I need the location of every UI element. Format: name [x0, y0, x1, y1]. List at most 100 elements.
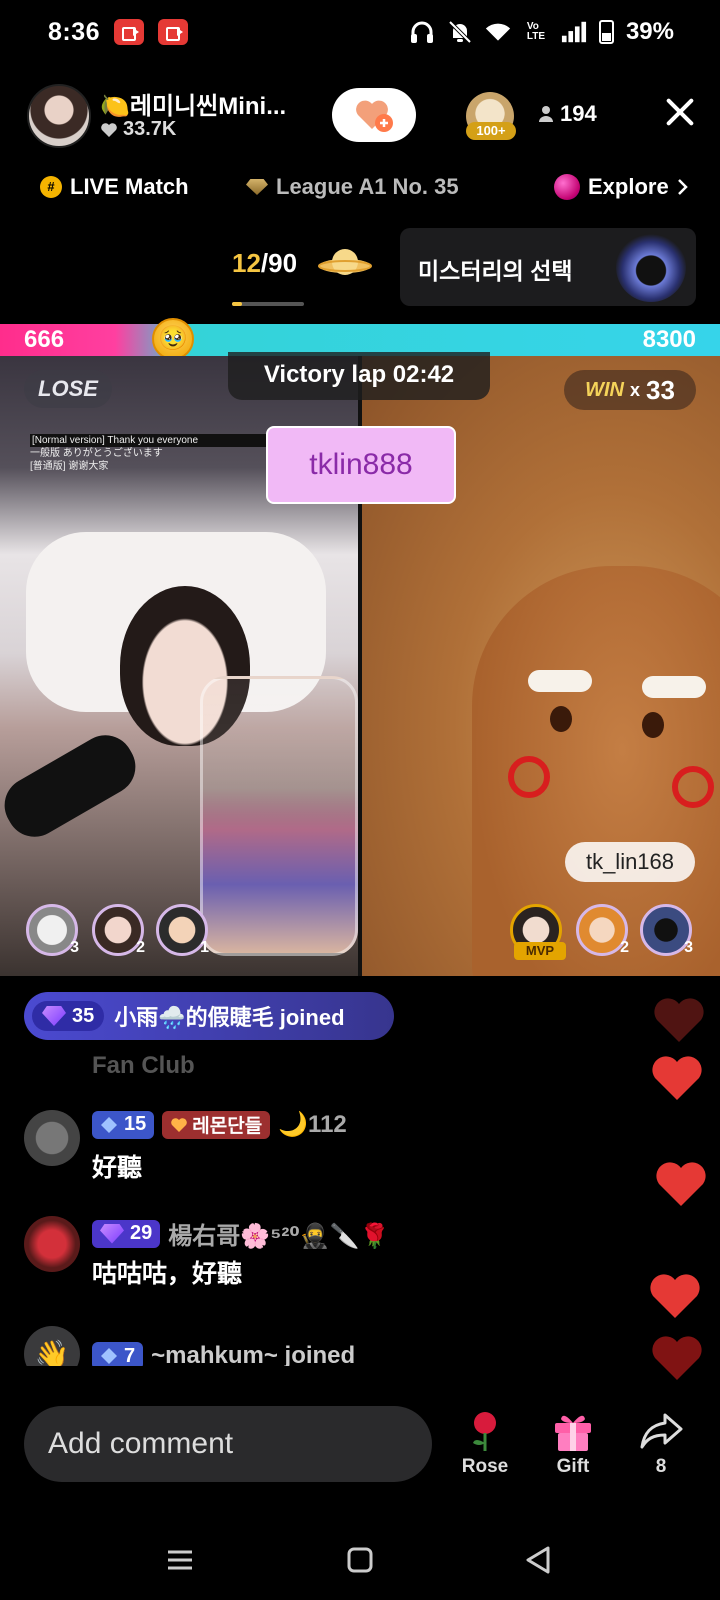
close-button[interactable] — [660, 92, 700, 132]
share-button[interactable]: 8 — [626, 1408, 696, 1478]
explore-link[interactable]: Explore — [554, 174, 689, 200]
opponent-name-pill[interactable]: tk_lin168 — [565, 842, 695, 882]
gem-icon — [100, 1223, 124, 1244]
chat-avatar[interactable] — [24, 1110, 80, 1166]
sad-face-icon: 🥹 — [152, 318, 194, 360]
live-match-link[interactable]: # LIVE Match — [40, 174, 189, 200]
chat-meta: 7 ~mahkum~ joined — [92, 1342, 355, 1366]
left-top-fan-avatar[interactable]: 2 — [92, 904, 145, 956]
fan-rank: 2 — [136, 939, 145, 956]
recent-apps-icon[interactable] — [160, 1540, 200, 1580]
gingerbread-swirl — [672, 766, 714, 808]
chat-text: 咕咕咕，好聽 — [92, 1260, 243, 1288]
rose-button[interactable]: Rose — [450, 1408, 520, 1478]
waving-hand-icon: 👋 — [24, 1326, 80, 1366]
fan-club-name: 레몬단들 — [192, 1116, 263, 1137]
level-value: 29 — [130, 1222, 153, 1244]
level-value: 7 — [124, 1344, 136, 1367]
status-time: 8:36 — [48, 17, 101, 46]
gingerbread-eye — [550, 706, 572, 732]
league-link[interactable]: League A1 No. 35 — [246, 174, 459, 200]
likes-count: 33.7K — [123, 118, 177, 140]
right-top-fan-avatar[interactable]: 2 — [576, 904, 629, 956]
win-count: 33 — [645, 374, 675, 405]
heart-badge-icon — [171, 1117, 188, 1132]
left-top-fan-avatar[interactable]: 3 — [26, 904, 79, 956]
heart-icon — [101, 122, 117, 137]
hooded-figure-icon — [616, 232, 686, 302]
league-label: League A1 No. 35 — [276, 174, 459, 199]
fan-rank: 3 — [684, 939, 693, 956]
match-current: 12 — [232, 248, 261, 278]
explore-globe-icon — [554, 174, 580, 200]
mystery-choice-label: 미스터리의 선택 — [418, 258, 573, 284]
battery-icon — [598, 20, 614, 44]
score-right: 8300 — [642, 326, 696, 353]
level-badge: 35 — [32, 1001, 105, 1031]
rose-icon — [450, 1408, 520, 1454]
mystery-choice-card[interactable]: 미스터리의 선택 — [400, 228, 696, 306]
home-icon[interactable] — [340, 1540, 380, 1580]
lose-badge: LOSE — [24, 370, 112, 408]
fan-club-badge: 레몬단들 — [162, 1110, 271, 1139]
floating-heart-icon — [652, 1336, 702, 1380]
chat-text: 好聽 — [92, 1154, 143, 1182]
left-top-fan-avatar[interactable]: 1 — [156, 904, 209, 956]
caption-line: [Normal version] Thank you everyone — [30, 434, 270, 447]
mute-icon — [447, 19, 473, 45]
gingerbread-brow — [642, 676, 706, 698]
chat-meta: 15 레몬단들 🌙112 — [92, 1110, 347, 1139]
gift-button[interactable]: Gift — [538, 1408, 608, 1478]
gem-icon — [42, 1006, 66, 1026]
host-likes: 33.7K — [100, 118, 176, 141]
level-value: 35 — [72, 1004, 95, 1027]
comment-input[interactable]: Add comment — [24, 1406, 432, 1482]
match-progress-bar — [232, 302, 304, 306]
chat-username: ~mahkum~ joined — [151, 1342, 356, 1366]
caption-line: [普通版] 谢谢大家 — [30, 461, 109, 472]
host-name[interactable]: 🍋레미니씬Mini... — [100, 86, 286, 121]
viewer-count[interactable]: 194 — [538, 101, 597, 127]
host-avatar[interactable] — [27, 84, 91, 148]
match-progress[interactable]: 12/90 — [232, 248, 297, 279]
win-streak-badge[interactable]: WIN x 33 — [564, 370, 696, 410]
headphones-icon — [409, 19, 435, 45]
fan-rank: 2 — [620, 939, 629, 956]
live-header: 🍋레미니씬Mini... 33.7K 100+ 194 — [0, 80, 720, 152]
level-value: 15 — [124, 1113, 147, 1135]
top-viewer-badge: 100+ — [466, 122, 516, 140]
floating-heart-icon — [652, 1056, 702, 1100]
status-bar: 8:36 Vo LTE 39% — [0, 0, 720, 64]
diamond-icon — [101, 1116, 117, 1133]
gingerbread-swirl — [508, 756, 550, 798]
league-diamond-icon — [246, 179, 268, 195]
match-row: 12/90 미스터리의 선택 — [0, 222, 720, 312]
chevron-right-icon — [677, 179, 688, 195]
victory-lap-timer: Victory lap 02:42 — [228, 352, 490, 400]
person-icon — [539, 106, 553, 122]
join-banner-text: 小雨🌧️的假睫毛 joined — [114, 1005, 345, 1030]
chat-username: 🌙112 — [278, 1111, 347, 1138]
floating-heart-icon — [654, 998, 704, 1042]
wifi-icon — [485, 19, 511, 45]
score-left: 666 — [24, 326, 65, 353]
fan-rank: 1 — [200, 939, 209, 956]
signal-icon — [561, 19, 587, 45]
gift-label: Gift — [556, 1456, 590, 1477]
match-total: /90 — [260, 248, 298, 278]
win-multiplier: x — [629, 379, 640, 400]
live-match-label: LIVE Match — [70, 174, 189, 199]
fan-rank: 3 — [70, 939, 79, 956]
right-top-fan-avatar[interactable]: 3 — [640, 904, 693, 956]
chat-meta: 29 楊右哥🌸⁵²⁰🥷🔪🌹 — [92, 1216, 390, 1251]
level-badge: 29 — [92, 1219, 161, 1248]
follow-button[interactable] — [332, 88, 416, 142]
back-icon[interactable] — [518, 1540, 558, 1580]
chat-message[interactable]: 👋 7 ~mahkum~ joined — [24, 1326, 454, 1366]
battery-percent: 39% — [625, 18, 674, 45]
system-nav-bar — [0, 1520, 720, 1600]
share-arrow-icon — [626, 1408, 696, 1454]
diamond-icon — [101, 1348, 117, 1364]
join-banner: 35 小雨🌧️的假睫毛 joined — [24, 992, 394, 1040]
chat-avatar[interactable] — [24, 1216, 80, 1272]
